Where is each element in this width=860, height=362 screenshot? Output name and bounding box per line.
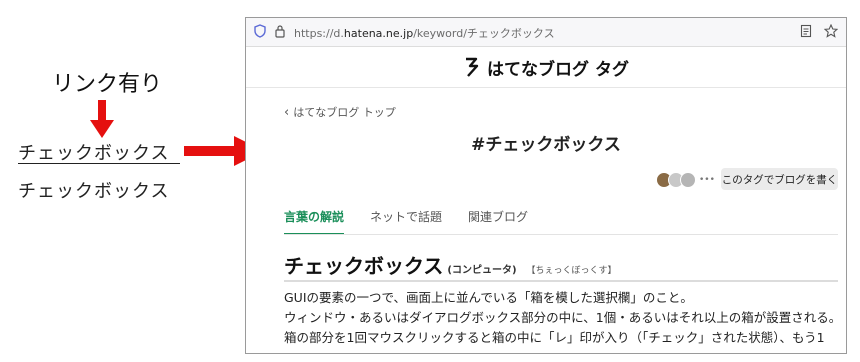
more-avatars[interactable]: ••• — [699, 175, 715, 185]
linked-checkbox-text[interactable]: チェックボックス — [18, 139, 169, 165]
annotation-title: リンク有り — [52, 72, 163, 97]
lock-icon — [275, 25, 285, 38]
shield-icon — [254, 24, 266, 38]
back-link[interactable]: ‹ はてなブログ トップ — [284, 104, 396, 120]
keyword-category: (コンピュータ) — [447, 265, 517, 276]
tab-bar: 言葉の解説 ネットで話題 関連ブログ — [284, 208, 528, 235]
arrow-down-icon — [90, 100, 114, 138]
url-host: hatena.ne.jp — [343, 27, 414, 40]
write-blog-with-tag-button[interactable]: このタグでブログを書く — [721, 168, 838, 190]
tab-word-explanation[interactable]: 言葉の解説 — [284, 208, 345, 235]
back-link-label: はてなブログ トップ — [293, 106, 396, 119]
keyword-heading: チェックボックス (コンピュータ) 【ちぇっくぼっくす】 — [284, 250, 617, 279]
keyword-description: GUIの要素の一つで、画面上に並んでいる「箱を模した選択欄」のこと。 ウィンドウ… — [284, 288, 844, 348]
keyword-title: チェックボックス — [284, 254, 444, 278]
avatar[interactable] — [680, 172, 696, 188]
site-header: はてなブログ タグ — [246, 47, 846, 88]
url-prefix: https://d. — [294, 27, 344, 40]
keyword-reading: 【ちぇっくぼっくす】 — [526, 266, 617, 276]
tab-related-blogs[interactable]: 関連ブログ — [468, 208, 528, 235]
chevron-left-icon: ‹ — [284, 104, 290, 120]
link-underline — [18, 163, 180, 164]
keyword-divider — [284, 280, 838, 282]
address-bar[interactable]: https://d.hatena.ne.jp/keyword/チェックボックス — [246, 18, 846, 47]
hatena-blog-logo-icon[interactable] — [463, 57, 481, 77]
url-text[interactable]: https://d.hatena.ne.jp/keyword/チェックボックス — [294, 25, 555, 41]
tabs-divider — [284, 234, 838, 235]
reader-icon[interactable] — [800, 24, 812, 38]
description-line: GUIの要素の一つで、画面上に並んでいる「箱を模した選択欄」のこと。 — [284, 290, 693, 305]
description-line: ウィンドウ・あるいはダイアログボックス部分の中に、1個・あるいはそれ以上の箱が設… — [284, 310, 842, 325]
url-path: /keyword/チェックボックス — [413, 27, 555, 40]
browser-window: https://d.hatena.ne.jp/keyword/チェックボックス … — [245, 17, 847, 354]
plain-checkbox-text: チェックボックス — [18, 181, 170, 202]
star-icon[interactable] — [824, 24, 838, 38]
site-logo-text[interactable]: はてなブログ タグ — [487, 55, 629, 80]
page-title: #チェックボックス — [471, 135, 621, 155]
tab-net-topic[interactable]: ネットで話題 — [370, 208, 442, 235]
user-avatars[interactable]: ••• — [656, 172, 715, 188]
description-line: 箱の部分を1回マウスクリックすると箱の中に「レ」印が入り（「チェック」された状態… — [284, 330, 825, 345]
